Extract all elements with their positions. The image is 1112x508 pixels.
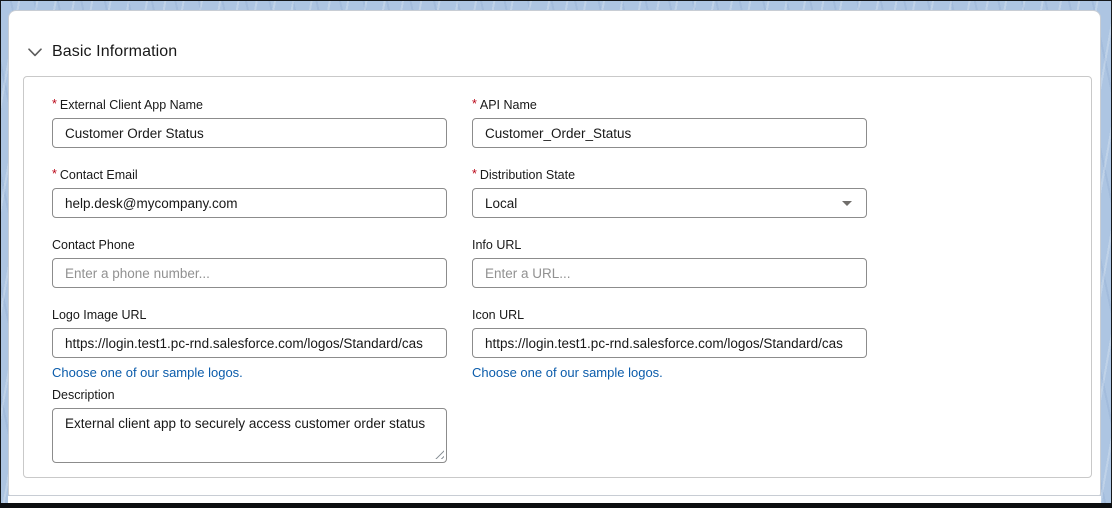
contact-email-label-row: * Contact Email (52, 167, 447, 184)
section-title: Basic Information (52, 43, 178, 60)
choose-sample-icons-link[interactable]: Choose one of our sample logos. (472, 364, 663, 381)
field-contact-phone: Contact Phone (52, 237, 447, 288)
description-label-row: Description (52, 387, 447, 404)
icon-url-label: Icon URL (472, 308, 525, 322)
distribution-state-label-row: * Distribution State (472, 167, 867, 184)
form-column-right: * API Name * Distribution State Local (472, 97, 867, 463)
choose-sample-logos-link[interactable]: Choose one of our sample logos. (52, 364, 243, 381)
required-asterisk: * (52, 97, 57, 111)
required-asterisk: * (472, 97, 477, 111)
field-logo-image-url: Logo Image URL Choose one of our sample … (52, 307, 447, 382)
chevron-down-icon[interactable] (27, 44, 43, 60)
description-textarea-wrap: External client app to securely access c… (52, 408, 447, 463)
form-column-left: * External Client App Name * Contact Ema… (52, 97, 447, 463)
api-name-label-row: * API Name (472, 97, 867, 114)
field-api-name: * API Name (472, 97, 867, 148)
contact-phone-input[interactable] (52, 258, 447, 288)
distribution-state-value: Local (485, 195, 518, 211)
required-asterisk: * (472, 167, 477, 181)
contact-email-input[interactable] (52, 188, 447, 218)
description-textarea[interactable]: External client app to securely access c… (52, 408, 447, 463)
required-asterisk: * (52, 167, 57, 181)
field-distribution-state: * Distribution State Local (472, 167, 867, 218)
window-bottom-edge (0, 503, 1112, 508)
icon-url-input[interactable] (472, 328, 867, 358)
section-header-basic-information[interactable]: Basic Information (9, 11, 1100, 62)
external-client-app-name-label: External Client App Name (59, 98, 204, 112)
field-icon-url: Icon URL Choose one of our sample logos. (472, 307, 867, 382)
description-label: Description (52, 388, 115, 402)
logo-image-url-input[interactable] (52, 328, 447, 358)
api-name-input[interactable] (472, 118, 867, 148)
distribution-state-select[interactable]: Local (472, 188, 867, 218)
field-contact-email: * Contact Email (52, 167, 447, 218)
basic-information-card: Basic Information * External Client App … (8, 10, 1101, 496)
dropdown-arrow-icon (842, 200, 852, 206)
next-section-strip (8, 496, 1101, 503)
external-client-app-name-label-row: * External Client App Name (52, 97, 447, 114)
contact-phone-label: Contact Phone (52, 238, 135, 252)
field-external-client-app-name: * External Client App Name (52, 97, 447, 148)
logo-image-url-label-row: Logo Image URL (52, 307, 447, 324)
field-info-url: Info URL (472, 237, 867, 288)
external-client-app-name-input[interactable] (52, 118, 447, 148)
info-url-input[interactable] (472, 258, 867, 288)
salesforce-setup-page: Basic Information * External Client App … (0, 0, 1112, 508)
contact-phone-label-row: Contact Phone (52, 237, 447, 254)
contact-email-label: Contact Email (59, 168, 138, 182)
api-name-label: API Name (479, 98, 537, 112)
info-url-label: Info URL (472, 238, 522, 252)
field-description: Description External client app to secur… (52, 387, 447, 463)
logo-image-url-label: Logo Image URL (52, 308, 147, 322)
info-url-label-row: Info URL (472, 237, 867, 254)
distribution-state-label: Distribution State (479, 168, 576, 182)
icon-url-label-row: Icon URL (472, 307, 867, 324)
basic-information-fieldset: * External Client App Name * Contact Ema… (23, 76, 1092, 478)
